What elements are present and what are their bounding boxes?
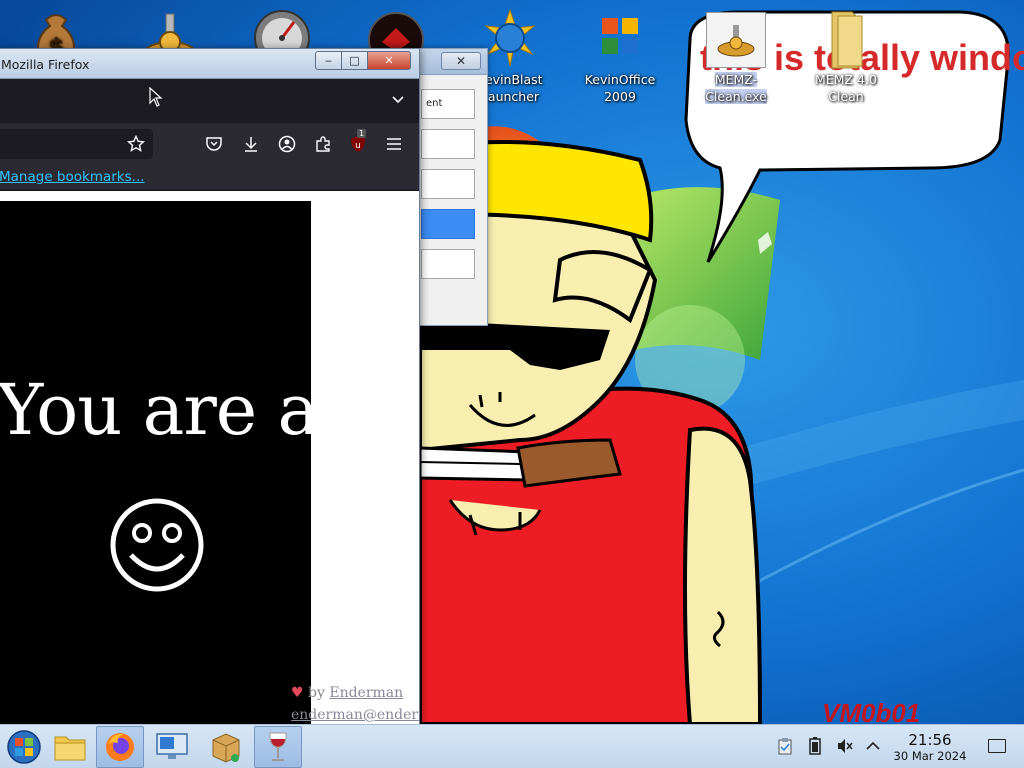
taskbar-wine[interactable]	[254, 726, 302, 768]
smiley-face-icon	[110, 498, 204, 592]
tab-strip	[0, 79, 419, 123]
page-credit: ♥ by Enderman	[291, 685, 404, 701]
firefox-icon	[106, 733, 134, 761]
background-dialog-field[interactable]: ent	[421, 89, 475, 119]
hamburger-menu-icon[interactable]	[385, 135, 403, 153]
heart-icon: ♥	[291, 685, 304, 701]
idiot-panel: You are an idiot	[0, 201, 311, 725]
desktop-icon-memz-clean-exe[interactable]: MEMZ-Clean.exe	[690, 12, 782, 105]
manage-bookmarks-link[interactable]: Manage bookmarks...	[0, 169, 145, 185]
bookmarks-toolbar: Manage bookmarks...	[0, 165, 419, 191]
svg-text:u: u	[355, 141, 361, 151]
kevinblast-launcher-icon	[482, 8, 538, 68]
taskbar: 21:56 30 Mar 2024	[0, 724, 1024, 768]
clock-date: 30 Mar 2024	[893, 749, 967, 763]
memz-exe-icon	[706, 12, 766, 68]
page-content: You are an idiot ♥ by Enderman enderman@…	[0, 201, 419, 725]
firefox-titlebar[interactable]: Mozilla Firefox ‒ □ ✕	[0, 49, 419, 79]
wine-glass-icon	[269, 732, 287, 761]
clock-time: 21:56	[908, 731, 952, 749]
firefox-window[interactable]: Mozilla Firefox ‒ □ ✕ u 1 Manage bookmar…	[0, 48, 420, 726]
background-dialog-field[interactable]	[421, 169, 475, 199]
background-dialog-primary-button[interactable]	[421, 209, 475, 239]
clipboard-icon[interactable]	[776, 737, 794, 755]
folder-icon	[818, 8, 874, 69]
mouse-cursor-icon	[149, 87, 163, 107]
extension-badge: 1	[357, 129, 367, 138]
chevron-up-icon[interactable]	[864, 737, 882, 755]
background-dialog-field[interactable]	[421, 129, 475, 159]
window-title: Mozilla Firefox	[1, 57, 90, 72]
system-clock[interactable]: 21:56 30 Mar 2024	[884, 731, 976, 764]
desktop-icon-memz-folder[interactable]: MEMZ 4.0 Clean	[800, 8, 892, 105]
battery-icon[interactable]	[806, 737, 824, 755]
navigation-toolbar: u 1	[0, 123, 419, 165]
taskbar-package-installer[interactable]	[202, 726, 250, 768]
url-bar[interactable]	[0, 129, 153, 159]
ublock-origin-icon[interactable]: u 1	[349, 129, 367, 153]
volume-muted-icon[interactable]	[836, 737, 854, 755]
background-dialog-close-button[interactable]: ✕	[441, 52, 481, 70]
extensions-icon[interactable]	[314, 135, 332, 153]
background-dialog-field[interactable]	[421, 249, 475, 279]
desktop-icon-kevinoffice-2009[interactable]: KevinOffice 2009	[574, 8, 666, 105]
wallpaper-signature: VM0b01	[822, 698, 920, 724]
downloads-icon[interactable]	[242, 135, 260, 153]
package-icon	[212, 733, 240, 763]
credit-email-link[interactable]: enderman@enderman.ch	[291, 707, 419, 723]
taskbar-remote-desktop[interactable]	[148, 726, 196, 768]
windows-logo-icon	[7, 730, 41, 764]
pocket-icon[interactable]	[205, 135, 223, 153]
monitor-icon	[156, 733, 188, 759]
account-icon[interactable]	[278, 135, 296, 153]
maximize-button[interactable]: □	[341, 51, 367, 70]
start-button[interactable]	[0, 726, 48, 768]
list-all-tabs-icon[interactable]	[391, 93, 405, 107]
close-button[interactable]: ✕	[367, 51, 411, 70]
window-controls: ‒ □ ✕	[315, 51, 411, 70]
page-headline: You are an idiot	[0, 369, 311, 451]
minimize-button[interactable]: ‒	[315, 51, 341, 70]
bookmark-star-icon[interactable]	[127, 135, 145, 153]
show-desktop-button[interactable]	[988, 739, 1006, 753]
credit-author-link[interactable]: Enderman	[329, 685, 403, 701]
taskbar-file-explorer[interactable]	[46, 726, 94, 768]
taskbar-firefox[interactable]	[96, 726, 144, 768]
kevinoffice-icon	[592, 8, 648, 68]
folder-icon	[54, 736, 86, 761]
smiley-face-icon	[0, 497, 1, 593]
